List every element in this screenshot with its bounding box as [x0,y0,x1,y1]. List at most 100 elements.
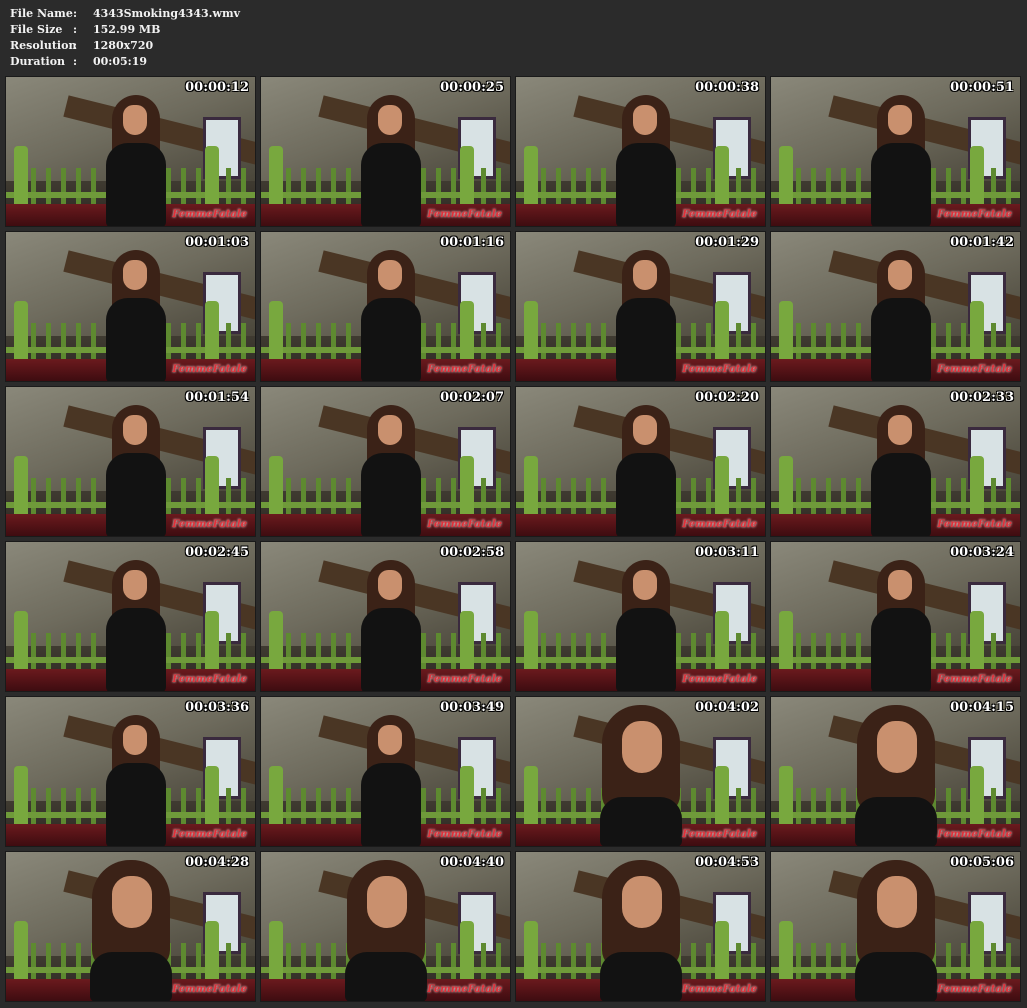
timestamp-label: 00:03:36 [185,700,249,715]
face-shape [123,570,147,600]
timestamp-label: 00:04:40 [440,855,504,870]
body-shape [106,608,166,691]
body-shape [871,298,931,381]
video-thumbnail[interactable]: FemmeFatale 00:04:53 [515,851,766,1002]
resolution-row: Resolution : 1280x720 [10,38,240,54]
person-figure [861,560,941,691]
scene-post [715,766,729,828]
video-thumbnail[interactable]: FemmeFatale 00:04:15 [770,696,1021,847]
video-thumbnail[interactable]: FemmeFatale 00:02:58 [260,541,511,692]
timestamp-label: 00:02:20 [695,390,759,405]
person-figure [841,860,951,1001]
timestamp-label: 00:00:51 [950,80,1014,95]
video-thumbnail[interactable]: FemmeFatale 00:01:42 [770,231,1021,382]
watermark-logo: FemmeFatale [682,984,757,995]
scene-post [460,921,474,983]
face-shape [123,725,147,755]
scene-post [970,766,984,828]
video-thumbnail[interactable]: FemmeFatale 00:01:16 [260,231,511,382]
scene-post [269,611,283,673]
face-shape [622,721,662,773]
body-shape [855,952,937,1001]
watermark-logo: FemmeFatale [682,364,757,375]
timestamp-label: 00:03:24 [950,545,1014,560]
resolution-value: 1280x720 [93,39,154,52]
video-thumbnail[interactable]: FemmeFatale 00:02:07 [260,386,511,537]
person-figure [351,715,431,846]
face-shape [888,105,912,135]
scene-post [970,611,984,673]
thumbnail-grid: FemmeFatale 00:00:12 FemmeFatale 00:00:25 Fe… [5,76,1021,1002]
watermark-logo: FemmeFatale [427,364,502,375]
scene-post [715,921,729,983]
scene-post [205,921,219,983]
scene-post [14,921,28,983]
file-size-row: File Size : 152.99 MB [10,22,240,38]
separator: : [73,7,78,20]
video-thumbnail[interactable]: FemmeFatale 00:04:28 [5,851,256,1002]
person-figure [606,560,686,691]
watermark-logo: FemmeFatale [682,674,757,685]
separator: : [73,55,78,68]
face-shape [112,876,152,928]
scene-post [524,921,538,983]
scene-post [779,456,793,518]
scene-post [970,146,984,208]
scene-post [460,301,474,363]
body-shape [616,298,676,381]
video-thumbnail[interactable]: FemmeFatale 00:05:06 [770,851,1021,1002]
body-shape [361,143,421,226]
person-figure [606,405,686,536]
face-shape [622,876,662,928]
timestamp-label: 00:02:45 [185,545,249,560]
person-figure [96,95,176,226]
timestamp-label: 00:03:49 [440,700,504,715]
video-thumbnail[interactable]: FemmeFatale 00:01:29 [515,231,766,382]
scene-post [269,146,283,208]
timestamp-label: 00:01:54 [185,390,249,405]
timestamp-label: 00:04:28 [185,855,249,870]
person-figure [96,250,176,381]
video-thumbnail[interactable]: FemmeFatale 00:00:51 [770,76,1021,227]
video-thumbnail[interactable]: FemmeFatale 00:04:40 [260,851,511,1002]
video-thumbnail[interactable]: FemmeFatale 00:01:03 [5,231,256,382]
person-figure [351,95,431,226]
video-thumbnail[interactable]: FemmeFatale 00:04:02 [515,696,766,847]
person-figure [861,405,941,536]
person-figure [331,860,441,1001]
scene-post [14,456,28,518]
body-shape [106,453,166,536]
video-thumbnail[interactable]: FemmeFatale 00:02:20 [515,386,766,537]
body-shape [616,143,676,226]
video-thumbnail[interactable]: FemmeFatale 00:02:33 [770,386,1021,537]
video-thumbnail[interactable]: FemmeFatale 00:02:45 [5,541,256,692]
video-thumbnail[interactable]: FemmeFatale 00:01:54 [5,386,256,537]
video-thumbnail[interactable]: FemmeFatale 00:03:49 [260,696,511,847]
person-figure [861,250,941,381]
timestamp-label: 00:01:29 [695,235,759,250]
watermark-logo: FemmeFatale [172,364,247,375]
person-figure [351,560,431,691]
body-shape [106,298,166,381]
face-shape [633,260,657,290]
video-thumbnail[interactable]: FemmeFatale 00:03:36 [5,696,256,847]
file-size-label: File Size [10,23,63,36]
duration-value: 00:05:19 [93,55,148,68]
scene-post [970,301,984,363]
video-thumbnail[interactable]: FemmeFatale 00:03:24 [770,541,1021,692]
video-thumbnail[interactable]: FemmeFatale 00:00:38 [515,76,766,227]
face-shape [877,721,917,773]
face-shape [123,105,147,135]
resolution-label: Resolution [10,39,77,52]
face-shape [123,415,147,445]
video-thumbnail[interactable]: FemmeFatale 00:00:25 [260,76,511,227]
watermark-logo: FemmeFatale [427,674,502,685]
video-thumbnail[interactable]: FemmeFatale 00:00:12 [5,76,256,227]
watermark-logo: FemmeFatale [682,209,757,220]
scene-post [524,456,538,518]
file-size-value: 152.99 MB [93,23,161,36]
timestamp-label: 00:02:58 [440,545,504,560]
scene-post [715,301,729,363]
file-name-value: 4343Smoking4343.wmv [93,7,240,20]
video-thumbnail[interactable]: FemmeFatale 00:03:11 [515,541,766,692]
